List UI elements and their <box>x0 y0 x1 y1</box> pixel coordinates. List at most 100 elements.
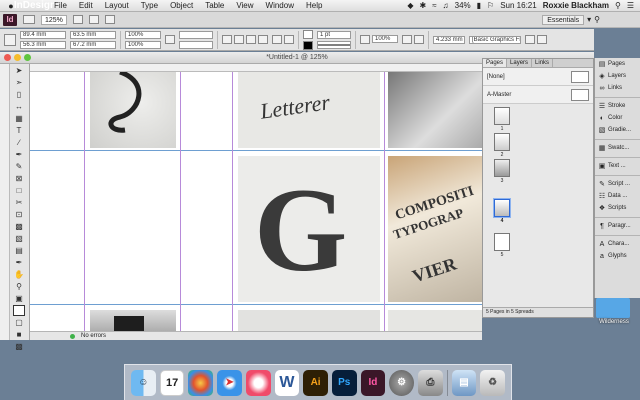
select-content-icon[interactable] <box>284 35 294 44</box>
document-canvas[interactable]: Letterer G COMPOSITI TYPOGRAP VIER <box>30 72 482 336</box>
preview-icon[interactable]: ▤ <box>451 369 477 396</box>
menu-type[interactable]: Type <box>135 1 164 10</box>
content-collector-icon[interactable]: ▦ <box>13 113 25 124</box>
tab-pages[interactable]: Pages <box>483 59 508 67</box>
bluetooth-icon[interactable]: ✱ <box>420 1 427 10</box>
user-name[interactable]: Roxxie Blackham <box>543 1 609 10</box>
tab-links[interactable]: Links <box>532 59 554 67</box>
width-field[interactable]: 63.5 mm <box>70 30 116 39</box>
placed-image-letterer[interactable]: Letterer <box>238 72 380 148</box>
panel-paragraph[interactable]: ¶ Paragr... <box>595 220 640 232</box>
printer-icon[interactable]: ⎙ <box>417 369 443 396</box>
panel-script-label[interactable]: ✎ Script ... <box>595 178 640 190</box>
text-wrap-none-icon[interactable] <box>402 35 412 44</box>
text-wrap-box-icon[interactable] <box>414 35 424 44</box>
line-tool-icon[interactable]: ∕ <box>13 137 25 148</box>
view-options-icon[interactable] <box>72 15 83 24</box>
bridge-icon[interactable] <box>23 15 35 24</box>
rotation-field[interactable] <box>179 30 213 39</box>
free-transform-icon[interactable]: ⊡ <box>13 209 25 220</box>
menu-help[interactable]: Help <box>300 1 328 10</box>
gap-tool-icon[interactable]: ↔ <box>13 101 25 112</box>
horizontal-ruler[interactable] <box>30 64 482 72</box>
apply-color-icon[interactable]: ■ <box>13 329 25 340</box>
preflight-status-icon[interactable] <box>70 333 75 339</box>
page-thumbnail-1[interactable] <box>494 107 510 125</box>
clock[interactable]: Sun 16:21 <box>500 1 536 10</box>
panel-color[interactable]: ◐ Color <box>595 112 640 124</box>
fill-stroke-icon[interactable] <box>13 305 25 316</box>
placed-image-big-g[interactable]: G <box>238 156 380 302</box>
column-guide[interactable] <box>384 72 385 336</box>
panel-text-wrap[interactable]: ▣ Text ... <box>595 160 640 172</box>
panel-glyphs[interactable]: a Glyphs <box>595 250 640 262</box>
y-position-field[interactable]: 56.3 mm <box>20 40 66 49</box>
rotate-ccw-icon[interactable] <box>234 35 244 44</box>
safari-icon[interactable]: ➤ <box>217 369 242 396</box>
column-guide[interactable] <box>180 72 181 336</box>
menu-layout[interactable]: Layout <box>99 1 135 10</box>
shear-field[interactable] <box>179 40 213 49</box>
select-container-icon[interactable] <box>272 35 282 44</box>
finder-icon[interactable]: ☺ <box>131 369 156 396</box>
screen-mode-tool-icon[interactable]: ▩ <box>13 341 25 352</box>
itunes-icon[interactable]: ♫ <box>245 369 271 396</box>
offset-field[interactable]: 4.233 mm <box>433 35 465 44</box>
wifi-icon[interactable]: ≈ <box>432 1 436 10</box>
stroke-type-field[interactable] <box>317 40 351 49</box>
arrange-documents-icon[interactable] <box>104 15 115 24</box>
close-window-button[interactable] <box>4 54 11 61</box>
preflight-status-text[interactable]: No errors <box>81 333 106 339</box>
calendar-icon[interactable]: 17 <box>159 369 185 396</box>
zoom-level-field[interactable]: 125% <box>41 14 67 25</box>
spotlight-icon[interactable]: ⚲ <box>615 1 621 10</box>
stroke-swatch-icon[interactable] <box>303 40 313 50</box>
menu-table[interactable]: Table <box>199 1 230 10</box>
scissors-icon[interactable]: ✂ <box>13 197 25 208</box>
gradient-swatch-icon[interactable]: ▩ <box>13 221 25 232</box>
workspace-switcher[interactable]: Essentials <box>542 14 585 25</box>
minimize-window-button[interactable] <box>14 54 21 61</box>
vertical-ruler[interactable] <box>0 64 10 340</box>
folder-label[interactable]: Wilderness <box>588 319 640 325</box>
fitting-icon[interactable] <box>525 35 535 44</box>
word-icon[interactable]: W <box>274 369 300 396</box>
object-style-field[interactable]: [Basic Graphics Frame] <box>469 35 521 44</box>
stroke-weight-field[interactable]: 1 pt <box>317 30 351 39</box>
menu-view[interactable]: View <box>230 1 259 10</box>
scale-x-field[interactable]: 100% <box>125 30 161 39</box>
pen-tool-icon[interactable]: ✒ <box>13 149 25 160</box>
panel-swatches[interactable]: ▦ Swatc... <box>595 142 640 154</box>
photos-icon[interactable] <box>188 369 214 396</box>
formatting-affects-icon[interactable]: ▢ <box>13 317 25 328</box>
placed-image-composition[interactable]: COMPOSITI TYPOGRAP VIER <box>388 156 482 302</box>
panel-stroke[interactable]: ☰ Stroke <box>595 100 640 112</box>
menu-object[interactable]: Object <box>164 1 199 10</box>
menu-edit[interactable]: Edit <box>73 1 99 10</box>
gradient-feather-icon[interactable]: ▧ <box>13 233 25 244</box>
default-fill-stroke-icon[interactable]: ▣ <box>13 293 25 304</box>
rectangle-frame-icon[interactable]: ⊠ <box>13 173 25 184</box>
flip-vertical-icon[interactable] <box>258 35 268 44</box>
panel-layers[interactable]: ◈ Layers <box>595 70 640 82</box>
page-thumbnail-3[interactable] <box>494 159 510 177</box>
height-field[interactable]: 67.2 mm <box>70 40 116 49</box>
master-a-row[interactable]: A-Master <box>483 86 593 104</box>
note-tool-icon[interactable]: ▤ <box>13 245 25 256</box>
pencil-tool-icon[interactable]: ✎ <box>13 161 25 172</box>
column-guide[interactable] <box>84 72 85 336</box>
panel-data-merge[interactable]: ☷ Data ... <box>595 190 640 202</box>
zoom-window-button[interactable] <box>24 54 31 61</box>
battery-icon[interactable]: ▮ <box>477 1 481 10</box>
rectangle-tool-icon[interactable]: □ <box>13 185 25 196</box>
x-position-field[interactable]: 89.4 mm <box>20 30 66 39</box>
photoshop-icon[interactable]: Ps <box>331 369 357 396</box>
tab-layers[interactable]: Layers <box>507 59 533 67</box>
page-thumbnail-4[interactable] <box>494 199 510 217</box>
panel-scripts[interactable]: ❖ Scripts <box>595 202 640 214</box>
zoom-tool-icon[interactable]: ⚲ <box>13 281 25 292</box>
panel-links[interactable]: ∞ Links <box>595 82 640 94</box>
fill-swatch-icon[interactable] <box>303 29 313 39</box>
guide-line[interactable] <box>30 150 482 151</box>
flag-icon[interactable]: ⚐ <box>487 1 494 10</box>
